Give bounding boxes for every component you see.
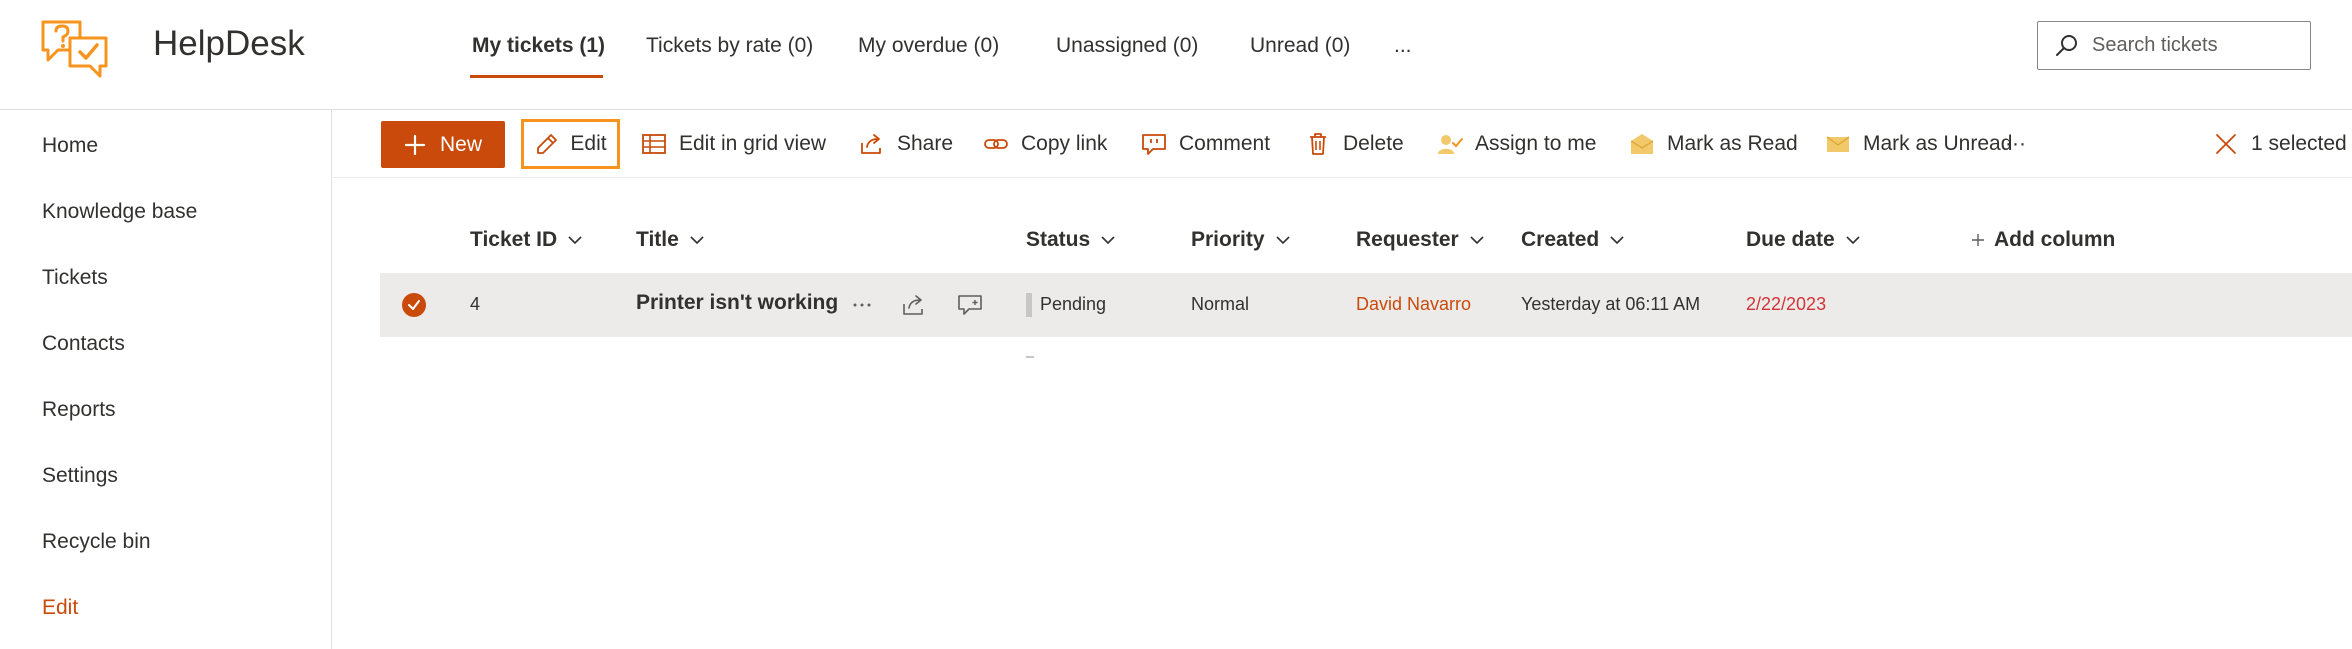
edit-in-grid-view-button[interactable]: Edit in grid view [641,120,826,168]
sidebar-item-reports[interactable]: Reports [42,398,116,422]
cell-requester[interactable]: David Navarro [1356,294,1471,315]
share-icon [861,134,881,154]
plus-icon [404,134,426,155]
search-box[interactable] [2037,21,2311,70]
copy-link-button[interactable]: Copy link [983,120,1107,168]
tab-my-tickets[interactable]: My tickets (1) [472,34,605,58]
mark-as-read-label: Mark as Read [1667,132,1798,155]
cell-status: Pending [1040,294,1107,314]
add-column-button[interactable]: Add column [1970,228,2115,252]
column-header-label: Status [1026,228,1091,251]
edit-button[interactable]: Edit [521,119,620,169]
pencil-icon [537,134,558,154]
link-icon [984,139,1008,149]
search-input[interactable] [2092,30,2302,60]
column-header-title[interactable]: Title [636,228,705,252]
clear-selection-button[interactable]: 1 selected [2213,120,2347,168]
assign-person-icon [1438,135,1463,154]
close-icon [2216,134,2236,154]
column-header-label: Created [1521,228,1600,251]
sidebar-item-contacts[interactable]: Contacts [42,332,125,356]
table-header: Ticket ID Title Status Priority Requeste… [380,220,2352,264]
chevron-down-icon [690,236,704,245]
row-checkmark-icon[interactable] [402,293,426,317]
cell-ticket-id: 4 [470,294,481,314]
tab-tickets-by-rate[interactable]: Tickets by rate (0) [646,34,813,58]
column-header-label: Title [636,228,679,251]
row-comment-icon[interactable] [956,291,984,319]
column-header-requester[interactable]: Requester [1356,228,1485,252]
tabs-overflow-button[interactable]: ... [1394,34,1412,58]
delete-button[interactable]: Delete [1305,120,1404,168]
open-envelope-icon [1630,134,1654,154]
tab-unread[interactable]: Unread (0) [1250,34,1350,58]
chevron-down-icon [568,236,582,245]
add-column-label: Add column [1994,228,2116,251]
sidebar-item-knowledge-base[interactable]: Knowledge base [42,200,197,224]
column-header-label: Priority [1191,228,1265,251]
cell-created: Yesterday at 06:11 AM [1521,294,1701,314]
row-more-options-icon[interactable] [848,291,876,319]
mark-as-unread-label: Mark as Unread [1863,132,2013,155]
sidebar-item-home[interactable]: Home [42,134,98,158]
app-title: HelpDesk [153,24,305,63]
assign-to-me-button[interactable]: Assign to me [1437,120,1596,168]
selected-count: 1 selected [2251,132,2347,155]
delete-label: Delete [1343,132,1404,155]
comment-icon [1142,134,1166,155]
chevron-down-icon [1275,236,1290,245]
plus-icon [1972,234,1984,246]
column-header-label: Ticket ID [470,228,558,251]
left-navigation: Home Knowledge base Tickets Contacts Rep… [0,110,332,649]
column-header-status[interactable]: Status [1026,228,1116,252]
command-bar: New Edit Edit in grid view Share Copy li… [333,110,2352,178]
column-header-created[interactable]: Created [1521,228,1625,252]
envelope-icon [1826,136,1850,152]
chevron-down-icon [1846,236,1860,245]
sidebar-item-recycle-bin[interactable]: Recycle bin [42,530,151,554]
grid-icon [642,134,666,154]
mark-as-unread-button[interactable]: Mark as Unread [1825,120,2012,168]
status-indicator [1026,293,1032,317]
share-button[interactable]: Share [859,120,953,168]
column-header-priority[interactable]: Priority [1191,228,1291,252]
new-button-label: New [439,132,482,156]
column-header-ticket-id[interactable]: Ticket ID [470,228,583,252]
more-commands-button[interactable]: ··· [2005,120,2026,168]
search-icon [2056,35,2077,56]
cell-due-date: 2/22/2023 [1746,294,1827,314]
assign-to-me-label: Assign to me [1475,132,1597,155]
copy-link-label: Copy link [1021,132,1108,155]
new-button[interactable]: New [381,121,505,168]
column-header-due-date[interactable]: Due date [1746,228,1861,252]
comment-button[interactable]: Comment [1141,120,1270,168]
sidebar-edit-link[interactable]: Edit [42,596,78,620]
active-tab-indicator [470,75,603,78]
mark-as-read-button[interactable]: Mark as Read [1629,120,1798,168]
column-header-label: Requester [1356,228,1459,251]
helpdesk-logo-icon[interactable] [40,18,110,80]
row-share-icon[interactable] [900,291,928,319]
column-resize-mark [1026,356,1034,358]
edit-button-label: Edit [570,132,607,155]
share-label: Share [897,132,954,155]
top-header: HelpDesk My tickets (1) Tickets by rate … [0,0,2352,110]
sidebar-item-tickets[interactable]: Tickets [42,266,108,290]
comment-label: Comment [1179,132,1271,155]
tab-unassigned[interactable]: Unassigned (0) [1056,34,1198,58]
chevron-down-icon [1101,236,1115,245]
cell-title[interactable]: Printer isn't working [636,291,838,315]
sidebar-item-settings[interactable]: Settings [42,464,118,488]
cell-priority: Normal [1191,294,1250,314]
tab-my-overdue[interactable]: My overdue (0) [858,34,999,58]
table-row[interactable]: 4 Printer isn't working Pending Normal D… [380,273,2352,337]
chevron-down-icon [1470,236,1484,245]
column-header-label: Due date [1746,228,1835,251]
edit-in-grid-view-label: Edit in grid view [679,132,827,155]
chevron-down-icon [1610,236,1624,245]
trash-icon [1310,133,1326,155]
